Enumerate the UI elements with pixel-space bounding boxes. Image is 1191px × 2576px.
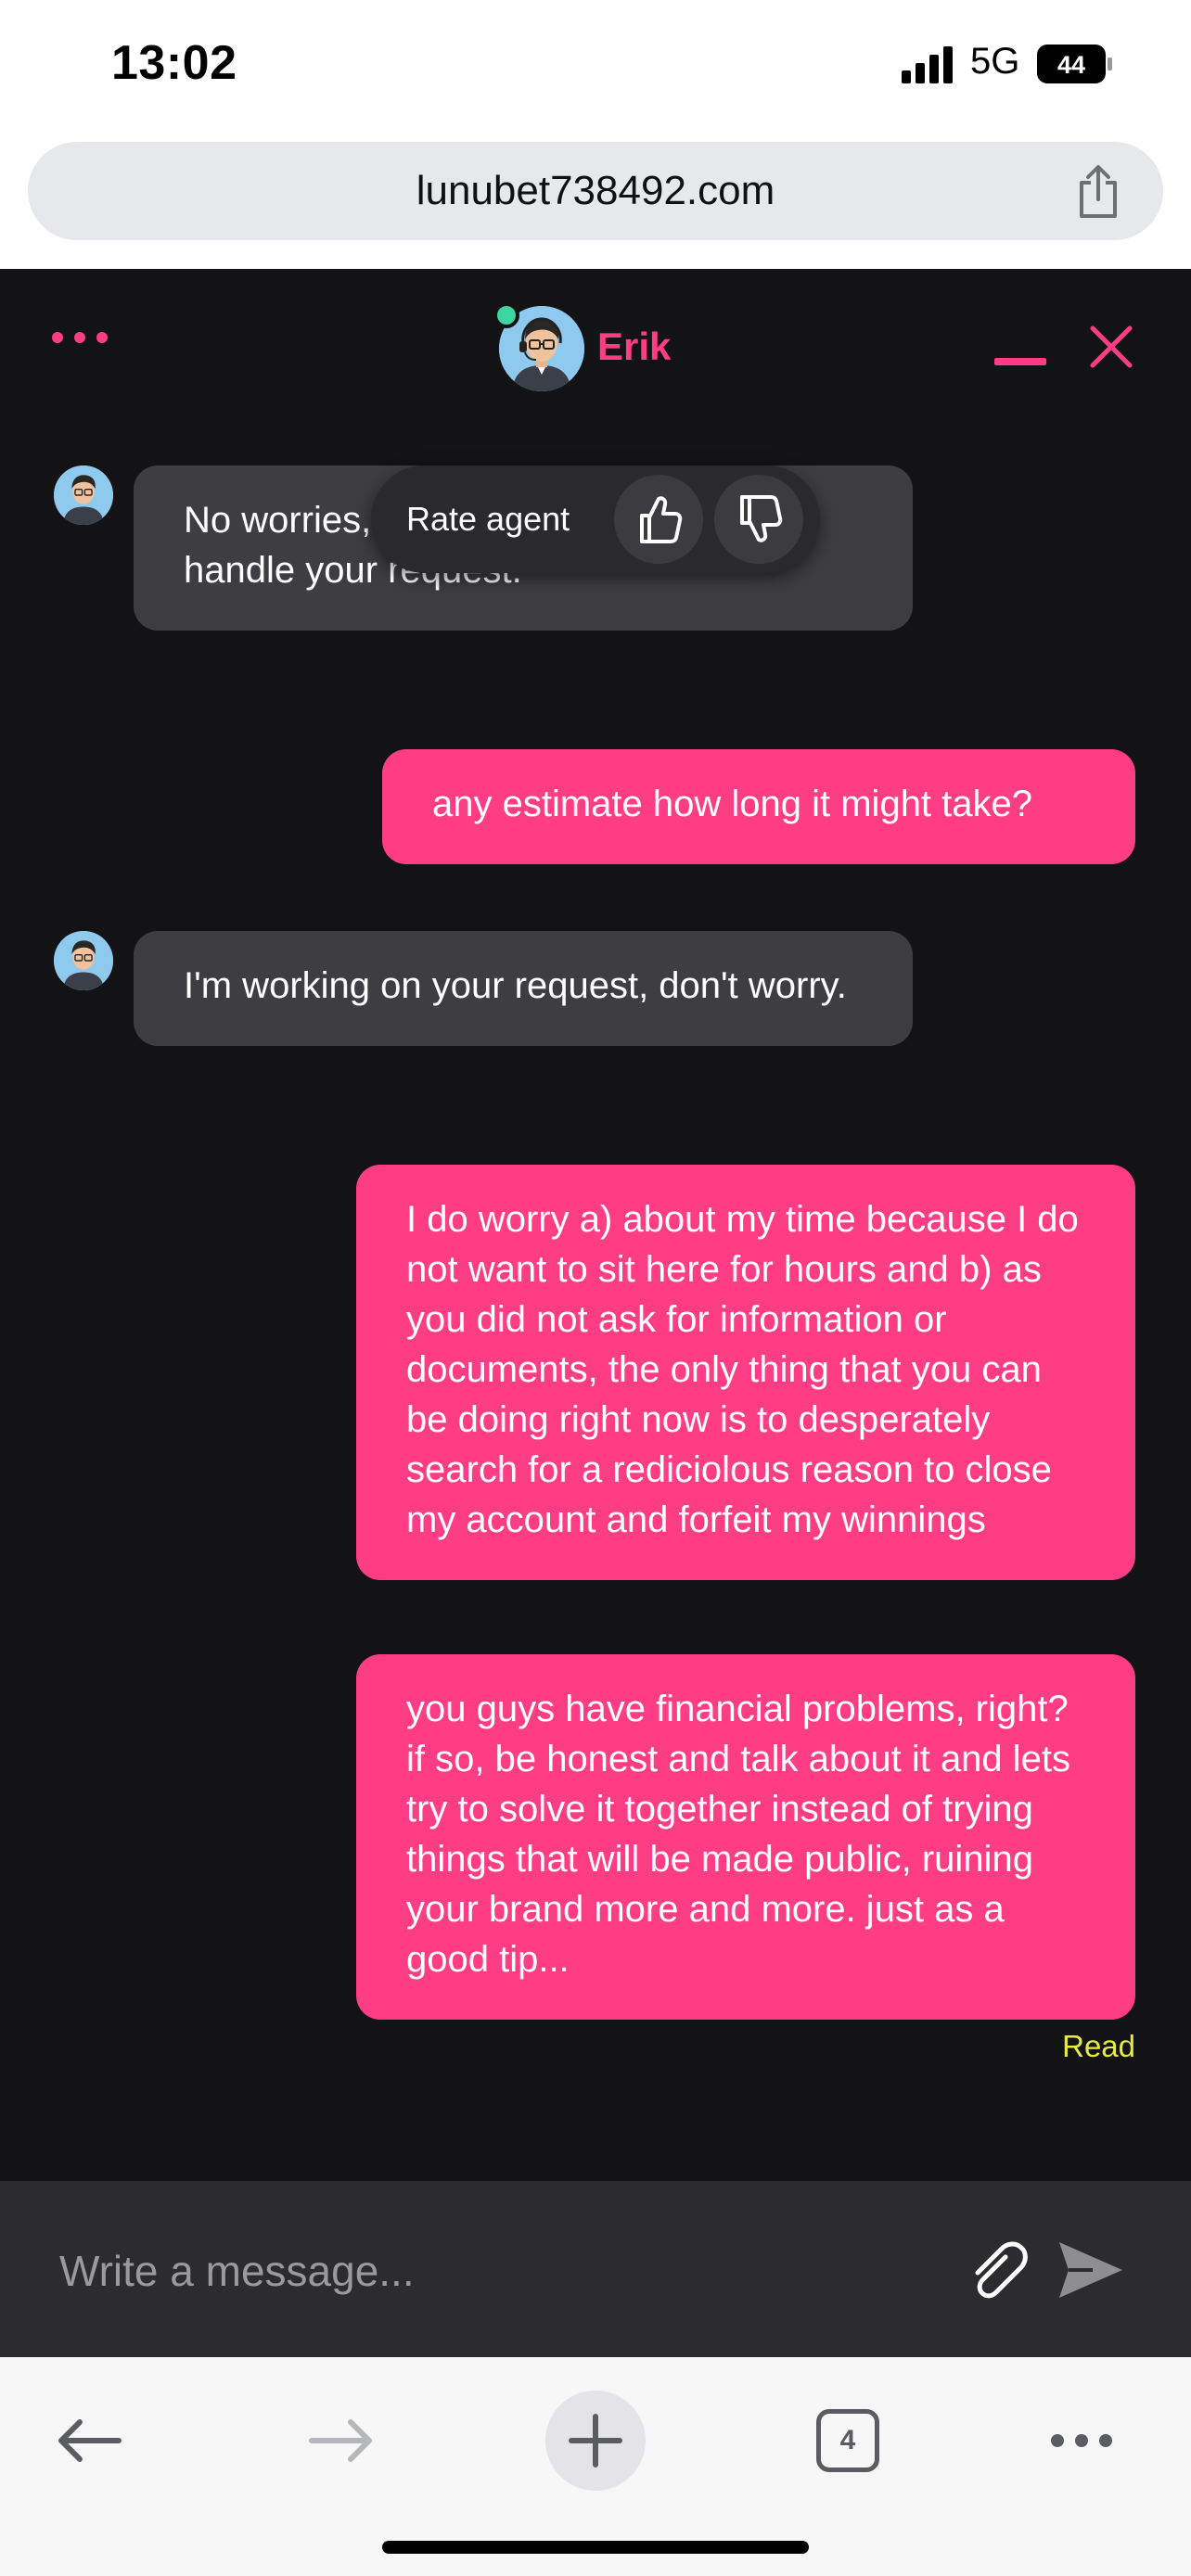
- plus-icon: [569, 2414, 622, 2468]
- read-receipt: Read: [1062, 2029, 1135, 2063]
- more-button[interactable]: [1031, 2391, 1132, 2491]
- rate-agent-popup: Rate agent: [371, 465, 820, 573]
- user-message: I do worry a) about my time because I do…: [356, 1165, 1135, 1580]
- agent-message: I'm working on your request, don't worry…: [134, 931, 913, 1046]
- thumbs-up-icon: [640, 496, 683, 543]
- address-bar[interactable]: lunubet738492.com: [28, 142, 1163, 240]
- status-time: 13:02: [111, 36, 237, 90]
- home-indicator: [382, 2541, 809, 2554]
- new-tab-button[interactable]: [545, 2391, 646, 2491]
- paperclip-icon[interactable]: [965, 2238, 1031, 2305]
- forward-arrow-icon: [309, 2419, 372, 2462]
- user-message: any estimate how long it might take?: [382, 749, 1135, 864]
- rate-agent-label: Rate agent: [406, 500, 570, 538]
- agent-name: Erik: [597, 325, 672, 368]
- minimize-icon[interactable]: [994, 358, 1046, 365]
- forward-button[interactable]: [291, 2391, 391, 2491]
- signal-icon: [902, 46, 953, 83]
- tabs-icon: 4: [816, 2409, 879, 2472]
- agent-avatar-small: [54, 465, 113, 525]
- status-bar: 13:02 5G 44: [0, 0, 1191, 134]
- back-button[interactable]: [39, 2391, 139, 2491]
- battery-icon: 44: [1037, 45, 1112, 83]
- online-status-dot: [493, 302, 519, 328]
- menu-dots-icon[interactable]: [52, 332, 111, 351]
- url-text[interactable]: lunubet738492.com: [28, 142, 1163, 240]
- message-input[interactable]: [58, 2233, 896, 2309]
- chat-header: Erik: [0, 269, 1191, 427]
- user-message: you guys have financial problems, right?…: [356, 1654, 1135, 2020]
- share-icon[interactable]: [1074, 164, 1122, 220]
- battery-level: 44: [1057, 51, 1085, 79]
- close-icon[interactable]: [1085, 321, 1137, 373]
- back-arrow-icon: [58, 2419, 122, 2462]
- send-icon[interactable]: [1056, 2238, 1126, 2302]
- agent-avatar-small: [54, 931, 113, 990]
- chat-window: Erik No worries, I need some more time t…: [0, 269, 1191, 2357]
- thumbs-up-button[interactable]: [614, 475, 703, 564]
- tabs-button[interactable]: 4: [798, 2391, 898, 2491]
- thumbs-down-button[interactable]: [714, 475, 803, 564]
- network-label: 5G: [970, 41, 1020, 82]
- thumbs-down-icon: [740, 495, 783, 542]
- message-composer: [0, 2181, 1191, 2357]
- more-icon: [1051, 2434, 1112, 2447]
